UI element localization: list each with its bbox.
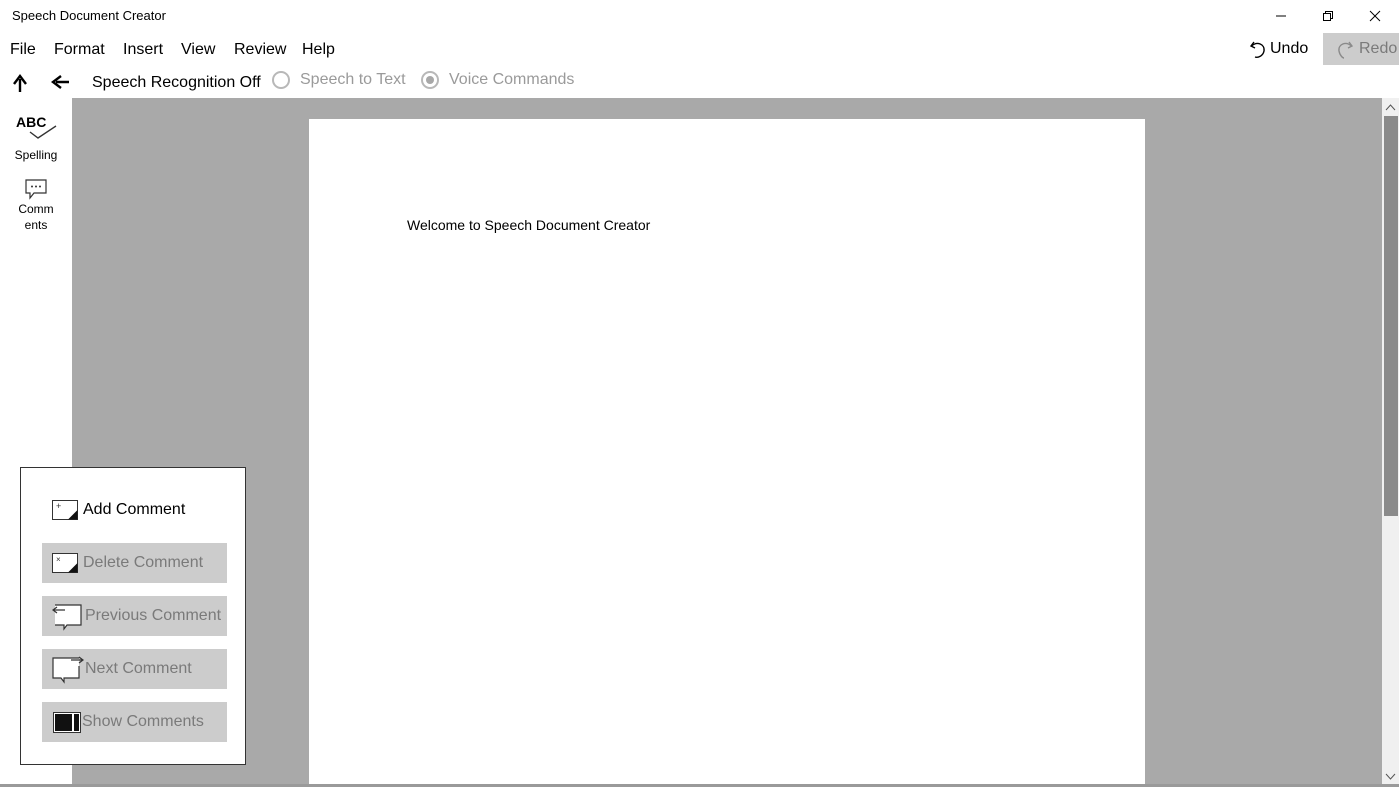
title-bar: Speech Document Creator <box>0 0 1399 32</box>
comments-label-line1: Comm <box>18 202 54 216</box>
svg-text:+: + <box>56 501 61 511</box>
vertical-scrollbar[interactable] <box>1382 98 1399 787</box>
menu-file[interactable]: File <box>10 41 36 59</box>
document-text[interactable]: Welcome to Speech Document Creator <box>407 217 650 233</box>
menu-review[interactable]: Review <box>234 41 286 59</box>
scroll-down-icon[interactable] <box>1382 770 1399 784</box>
show-comments-button[interactable]: Show Comments <box>42 702 227 742</box>
speech-toolbar: Speech Recognition Off Speech to Text Vo… <box>0 68 1399 98</box>
arrow-left-icon <box>51 75 69 89</box>
comments-label-line2: ents <box>24 218 48 232</box>
radio-circle <box>272 71 290 89</box>
minimize-button[interactable] <box>1258 0 1304 32</box>
minimize-icon <box>1276 15 1286 17</box>
add-comment-label: Add Comment <box>83 501 186 518</box>
next-comment-button[interactable]: Next Comment <box>42 649 227 689</box>
previous-comment-label: Previous Comment <box>85 607 222 624</box>
close-button[interactable] <box>1352 0 1398 32</box>
undo-icon <box>1249 41 1265 58</box>
next-comment-icon <box>52 656 84 684</box>
document-canvas: Welcome to Speech Document Creator <box>72 98 1382 787</box>
radio-label: Voice Commands <box>449 71 575 88</box>
up-button[interactable] <box>10 72 32 94</box>
undo-label: Undo <box>1270 40 1309 57</box>
delete-comment-icon: × <box>52 553 78 573</box>
menu-view[interactable]: View <box>181 41 215 59</box>
next-comment-label: Next Comment <box>85 660 192 677</box>
checkmark-icon <box>29 125 57 139</box>
scroll-up-icon[interactable] <box>1382 100 1399 114</box>
previous-comment-icon <box>52 604 82 631</box>
redo-icon <box>1338 41 1354 59</box>
menu-format[interactable]: Format <box>54 41 105 59</box>
undo-button[interactable]: Undo <box>1248 33 1318 65</box>
comments-popup: + Add Comment × Delete Comment Previous … <box>20 467 246 765</box>
back-button[interactable] <box>50 72 72 94</box>
menu-help[interactable]: Help <box>302 41 335 59</box>
add-comment-button[interactable]: + Add Comment <box>42 490 227 530</box>
restore-button[interactable] <box>1305 0 1351 32</box>
svg-text:×: × <box>56 555 61 564</box>
comment-bubble-icon <box>25 179 47 200</box>
restore-icon <box>1323 11 1333 21</box>
redo-label: Redo <box>1359 40 1398 57</box>
menu-insert[interactable]: Insert <box>123 41 163 59</box>
add-comment-icon: + <box>52 500 78 520</box>
radio-speech-to-text[interactable]: Speech to Text <box>272 71 406 89</box>
spelling-button[interactable]: ABC Spelling <box>0 114 72 162</box>
comments-button[interactable]: Comm ents <box>0 178 72 232</box>
redo-button[interactable]: Redo <box>1323 33 1399 65</box>
radio-label: Speech to Text <box>300 71 406 88</box>
delete-comment-label: Delete Comment <box>83 554 204 571</box>
menu-bar: File Format Insert View Review Help <box>0 36 1399 64</box>
previous-comment-button[interactable]: Previous Comment <box>42 596 227 636</box>
show-comments-label: Show Comments <box>82 713 204 730</box>
scrollbar-thumb[interactable] <box>1384 116 1398 516</box>
speech-recognition-status: Speech Recognition Off <box>92 74 261 91</box>
radio-voice-commands[interactable]: Voice Commands <box>421 71 574 89</box>
spelling-icon: ABC <box>0 114 72 144</box>
document-page[interactable]: Welcome to Speech Document Creator <box>309 119 1145 787</box>
spelling-label: Spelling <box>14 148 58 162</box>
arrow-up-icon <box>13 74 27 92</box>
delete-comment-button[interactable]: × Delete Comment <box>42 543 227 583</box>
radio-circle-selected <box>421 71 439 89</box>
window-title: Speech Document Creator <box>12 8 166 23</box>
show-comments-icon <box>53 712 81 733</box>
close-icon <box>1369 10 1381 22</box>
